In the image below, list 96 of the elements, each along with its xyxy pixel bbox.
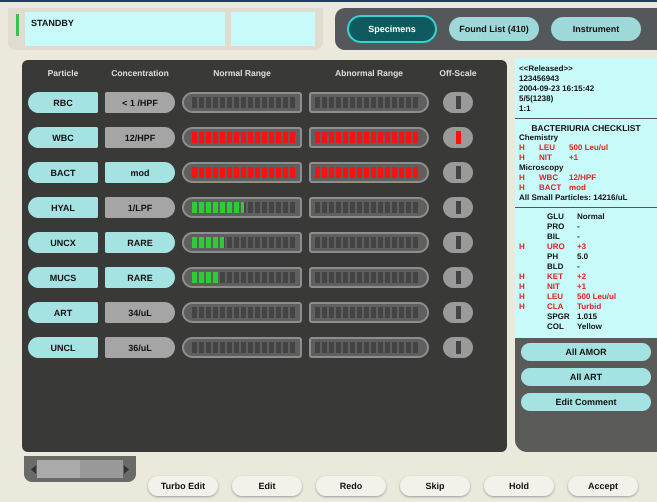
result-name: BLD (547, 262, 564, 272)
result-value: +3 (577, 242, 586, 252)
column-header: Concentration (110, 68, 170, 78)
tab[interactable]: Found List (410) (449, 17, 539, 41)
result-value: 500 Leu/ul (569, 143, 608, 153)
flag-text: H (519, 272, 525, 281)
off-scale-indicator (443, 162, 473, 183)
concentration-field: 12/HPF (105, 127, 175, 148)
concentration-field: 36/uL (105, 337, 175, 358)
status-led-icon (16, 14, 19, 36)
off-scale-indicator (443, 127, 473, 148)
concentration-field: RARE (105, 232, 175, 253)
particle-button[interactable]: UNCX (28, 232, 98, 253)
result-value: Turbid (577, 302, 602, 312)
action-button[interactable]: Hold (484, 476, 554, 496)
result-value: Yellow (577, 322, 602, 332)
side-button[interactable]: All ART (521, 368, 651, 386)
group-title: Chemistry (519, 133, 560, 143)
result-name: CLA (547, 302, 564, 312)
result-name: KET (547, 272, 564, 282)
flag-text: H (519, 173, 526, 183)
result-name: BIL (547, 232, 561, 242)
result-name: URO (547, 242, 566, 252)
status-field: STANDBY (25, 12, 225, 46)
result-value: Normal (577, 212, 605, 222)
off-scale-indicator (443, 232, 473, 253)
result-name: LEU (539, 143, 556, 153)
report-line: 1:1 (519, 104, 532, 114)
result-name: COL (547, 322, 565, 332)
action-button[interactable]: Accept (568, 476, 638, 496)
result-value: 500 Leu/ul (577, 292, 616, 302)
result-name: GLU (547, 212, 565, 222)
concentration-field: 1/LPF (105, 197, 175, 218)
summary-text: All Small Particles: 14216/uL (519, 193, 628, 203)
action-button[interactable]: Redo (316, 476, 386, 496)
flag-text: H (519, 183, 526, 193)
result-name: BACT (539, 183, 562, 193)
particle-button[interactable]: MUCS (28, 267, 98, 288)
particle-button[interactable]: WBC (28, 127, 98, 148)
flag-text: H (519, 242, 525, 251)
column-header: Off-Scale (438, 68, 478, 78)
scroll-control[interactable] (24, 456, 136, 482)
side-button[interactable]: All AMOR (521, 343, 651, 361)
result-value: - (577, 262, 580, 272)
off-scale-indicator (443, 92, 473, 113)
result-name: NIT (547, 282, 561, 292)
action-button[interactable]: Turbo Edit (148, 476, 218, 496)
checklist-title: BACTERIURIA CHECKLIST (530, 123, 642, 133)
result-value: mod (569, 183, 586, 193)
off-scale-indicator (443, 302, 473, 323)
result-name: PH (547, 252, 560, 262)
flag-text: H (519, 153, 526, 163)
column-header: Particle (46, 68, 80, 78)
report-line: 123456943 (519, 74, 560, 84)
off-scale-indicator (443, 197, 473, 218)
particle-button[interactable]: RBC (28, 92, 98, 113)
result-value: - (577, 232, 580, 242)
off-scale-indicator (443, 337, 473, 358)
flag-text: H (519, 143, 526, 153)
result-name: LEU (547, 292, 564, 302)
flag-text: H (519, 282, 525, 291)
particle-button[interactable]: BACT (28, 162, 98, 183)
concentration-field: RARE (105, 267, 175, 288)
result-value: +1 (577, 282, 586, 292)
concentration-field: < 1 /HPF (105, 92, 175, 113)
result-value: +1 (569, 153, 578, 163)
off-scale-indicator (443, 267, 473, 288)
flag-text: H (519, 292, 525, 301)
result-name: SPGR (547, 312, 571, 322)
particle-button[interactable]: HYAL (28, 197, 98, 218)
result-value: - (577, 222, 580, 232)
result-value: +2 (577, 272, 586, 282)
action-button[interactable]: Skip (400, 476, 470, 496)
report-line: 5/5(1238) (519, 94, 554, 104)
particle-button[interactable]: UNCL (28, 337, 98, 358)
result-value: 1.015 (577, 312, 598, 322)
column-header: Abnormal Range (334, 68, 404, 78)
report-line: <<Released>> (519, 64, 574, 74)
result-name: NIT (539, 153, 553, 163)
report-line: 2004-09-23 16:15:42 (519, 84, 596, 94)
result-name: PRO (547, 222, 566, 232)
column-header: Normal Range (212, 68, 272, 78)
result-value: 5.0 (577, 252, 588, 262)
left-arrow-icon[interactable] (30, 464, 37, 474)
group-title: Microscopy (519, 163, 564, 173)
particle-button[interactable]: ART (28, 302, 98, 323)
concentration-field: 34/uL (105, 302, 175, 323)
right-arrow-icon[interactable] (123, 464, 130, 474)
tab[interactable]: Instrument (551, 17, 641, 41)
concentration-field: mod (105, 162, 175, 183)
flag-text: H (519, 302, 525, 311)
tab[interactable]: Specimens (347, 15, 437, 43)
side-button[interactable]: Edit Comment (521, 393, 651, 411)
result-name: WBC (539, 173, 560, 183)
result-value: 12/HPF (569, 173, 596, 183)
action-button[interactable]: Edit (232, 476, 302, 496)
